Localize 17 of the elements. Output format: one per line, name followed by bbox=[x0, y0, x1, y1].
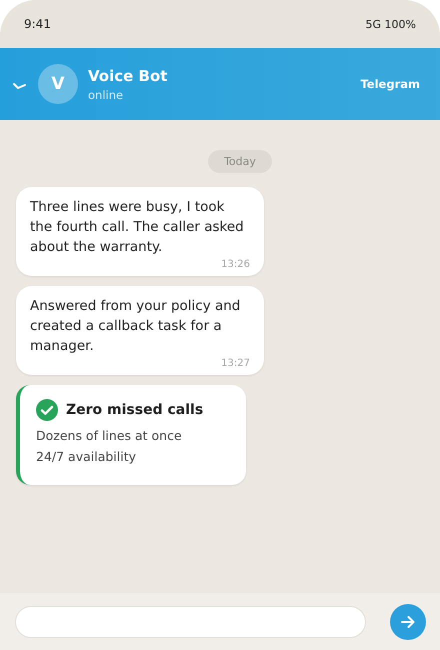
network-battery-status: 5G 100% bbox=[366, 18, 416, 30]
check-circle-icon bbox=[36, 399, 58, 421]
card-line: 24/7 availability bbox=[36, 448, 138, 466]
app-name: Telegram bbox=[360, 77, 420, 91]
avatar: V bbox=[38, 64, 78, 104]
card-line: Dozens of lines at once bbox=[36, 427, 183, 445]
status-time: 9:41 bbox=[24, 17, 51, 31]
chat-status: online bbox=[88, 88, 124, 102]
message-text: Three lines were busy, I took the fourth call. The caller asked about the warranty. bbox=[30, 198, 245, 257]
chat-title: Voice Bot bbox=[88, 66, 168, 84]
message-time: 13:26 bbox=[220, 259, 250, 270]
card-title: Zero missed calls bbox=[66, 402, 204, 418]
date-chip: Today bbox=[208, 150, 272, 173]
message-input-field[interactable] bbox=[15, 606, 366, 638]
send-button[interactable] bbox=[390, 604, 426, 640]
message-text: Answered from your policy and created a callback task for a manager. bbox=[30, 297, 242, 356]
message-time: 13:27 bbox=[220, 358, 250, 369]
